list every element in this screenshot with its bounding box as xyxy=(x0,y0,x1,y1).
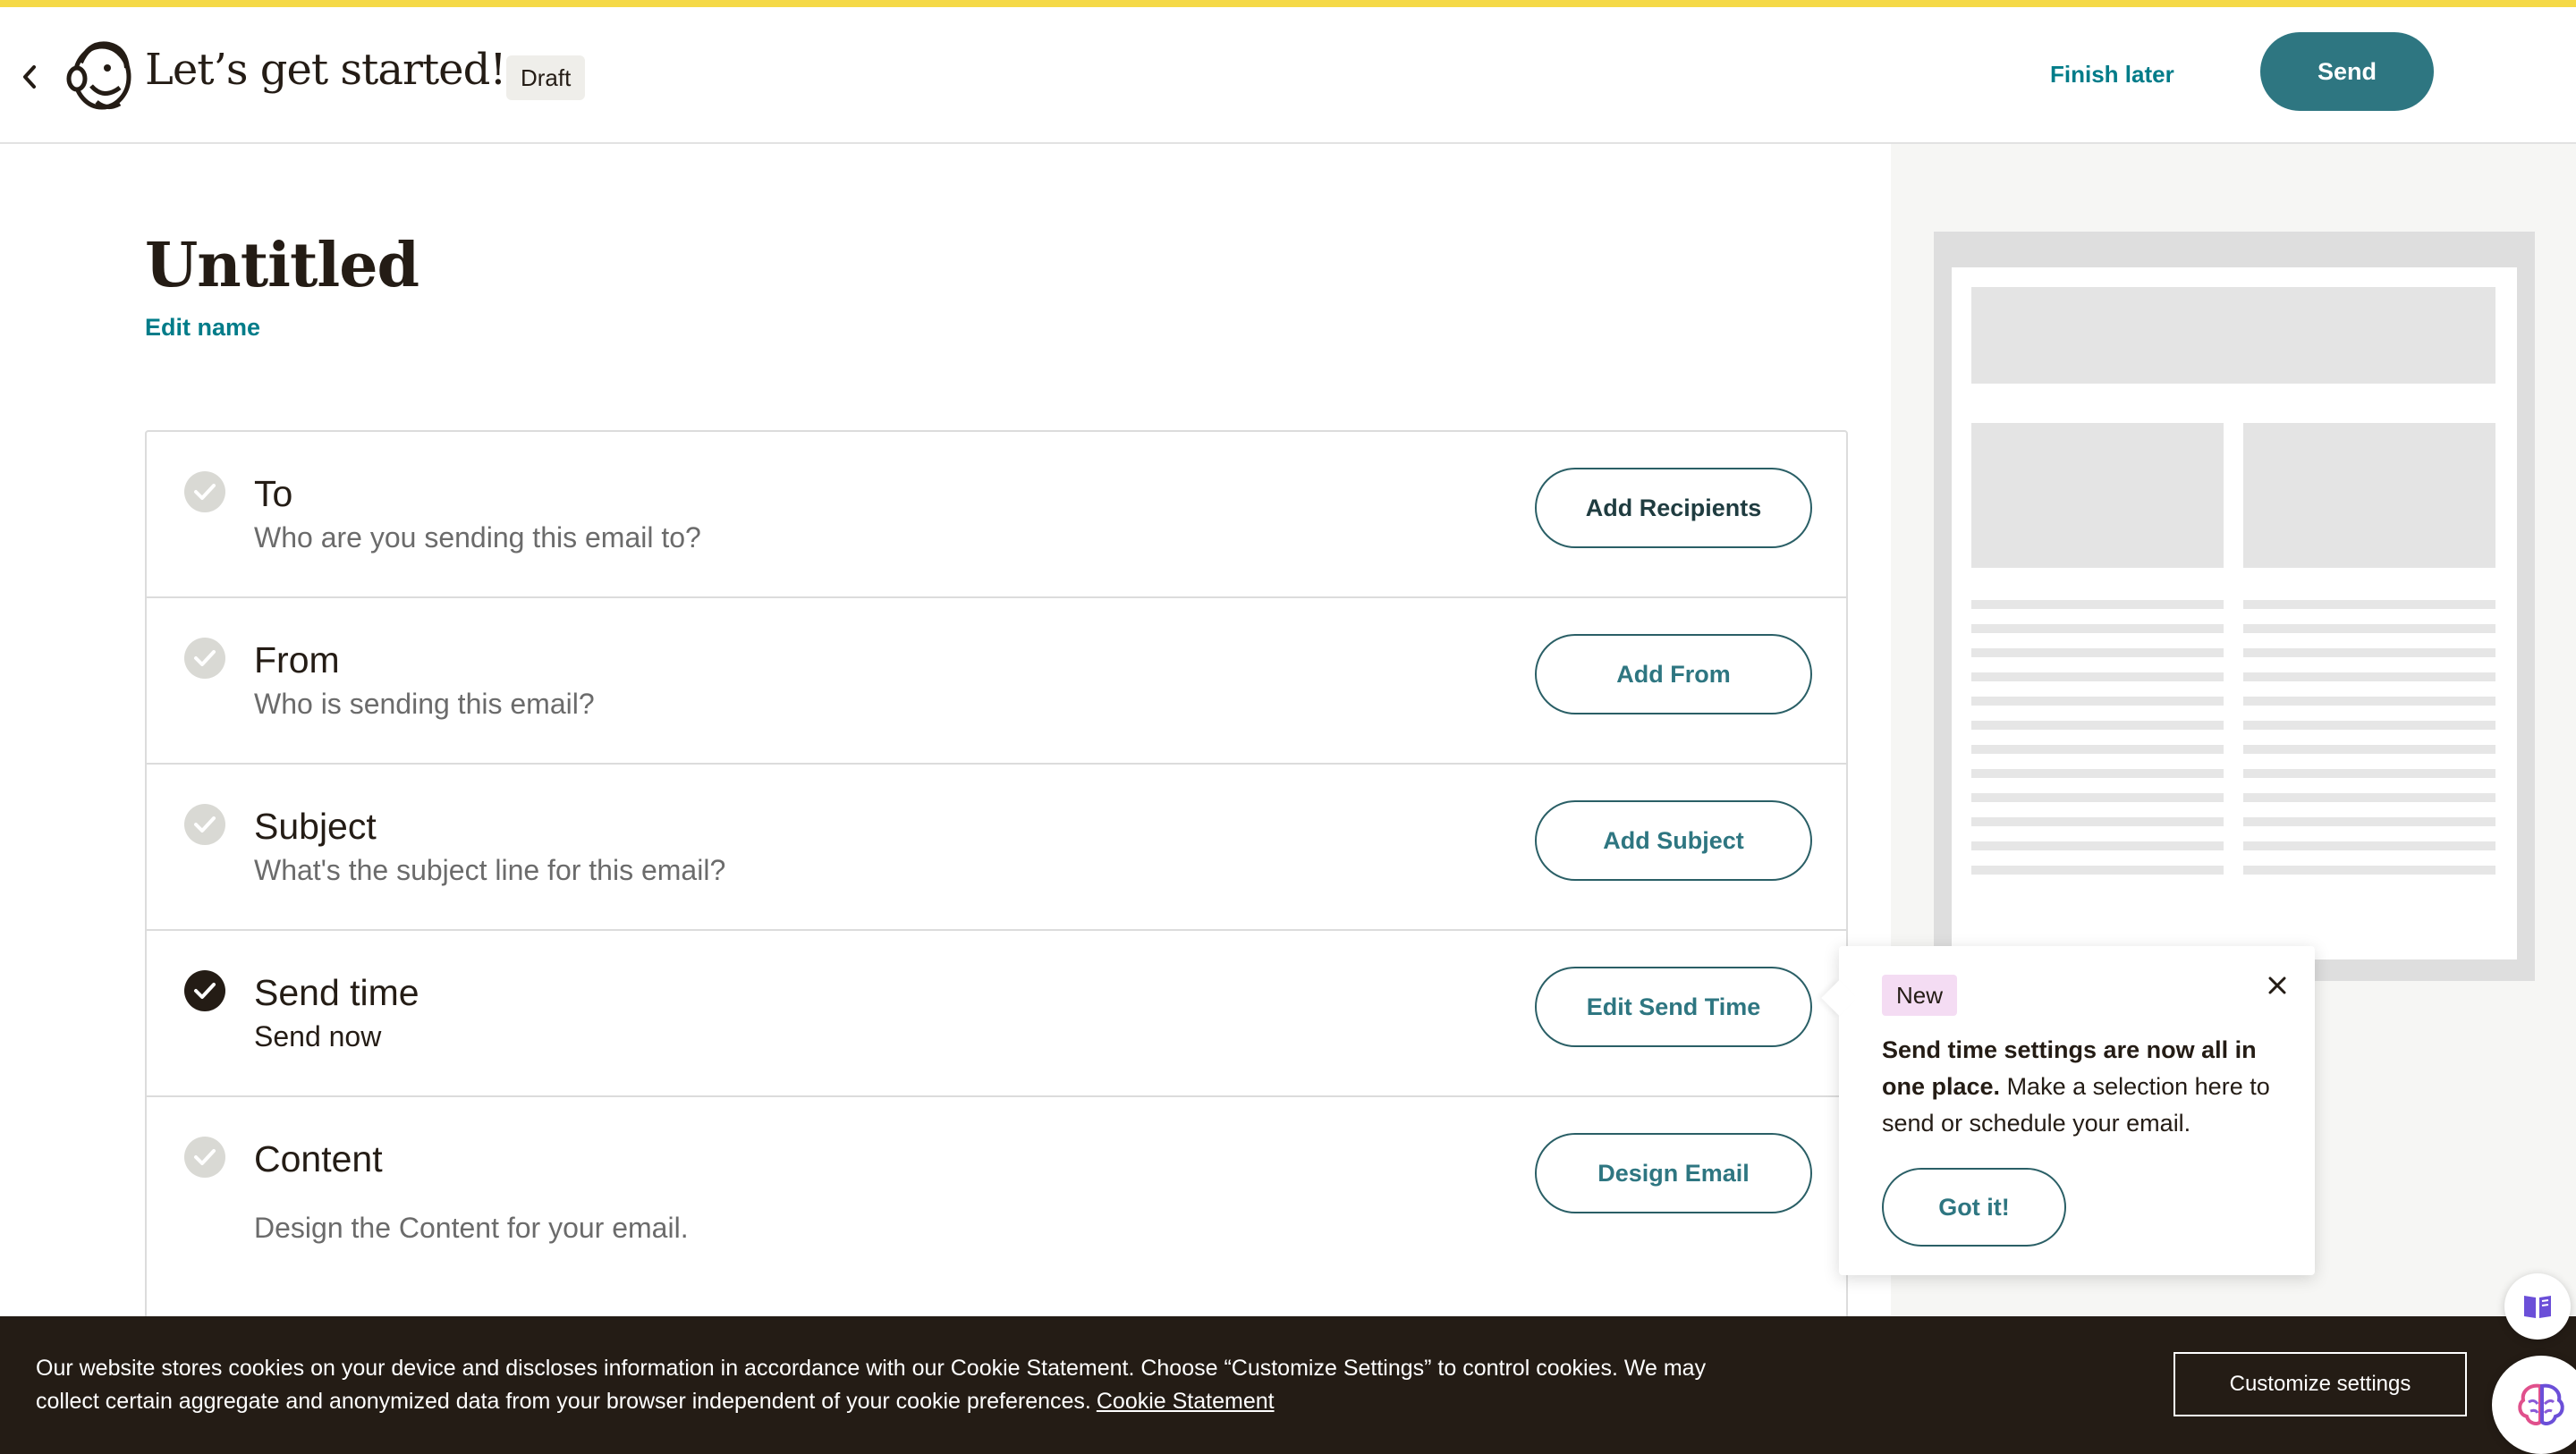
preview-text-line xyxy=(1971,817,2224,826)
check-icon xyxy=(184,1137,225,1178)
preview-image-block-right xyxy=(2243,423,2496,568)
finish-later-link[interactable]: Finish later xyxy=(2050,61,2174,89)
brain-icon xyxy=(2518,1383,2564,1425)
preview-text-line xyxy=(1971,624,2224,633)
preview-text-line xyxy=(1971,866,2224,875)
preview-text-line xyxy=(1971,672,2224,681)
preview-text-line xyxy=(2243,841,2496,850)
row-title: Subject xyxy=(254,806,377,847)
preview-text-line xyxy=(2243,697,2496,706)
preview-text-line xyxy=(2243,721,2496,730)
row-subtitle: Who are you sending this email to? xyxy=(254,521,701,554)
campaign-title: Untitled xyxy=(145,230,419,301)
mailchimp-logo-icon xyxy=(66,41,131,110)
edit-name-link[interactable]: Edit name xyxy=(145,314,260,342)
row-title: To xyxy=(254,473,293,514)
new-badge: New xyxy=(1882,975,1958,1016)
close-icon xyxy=(2268,976,2286,994)
preview-text-line xyxy=(1971,745,2224,754)
preview-text-line xyxy=(1971,793,2224,802)
preview-text-line xyxy=(2243,793,2496,802)
cookie-banner: Our website stores cookies on your devic… xyxy=(0,1316,2576,1454)
cookie-text: Our website stores cookies on your devic… xyxy=(36,1352,1735,1418)
preview-text-line xyxy=(1971,841,2224,850)
preview-text-line xyxy=(1971,697,2224,706)
add-recipients-button[interactable]: Add Recipients xyxy=(1535,468,1812,548)
check-icon xyxy=(184,471,225,512)
checklist-row-from: From Who is sending this email? Add From xyxy=(147,598,1846,765)
status-badge: Draft xyxy=(506,55,586,100)
preview-text-line xyxy=(2243,648,2496,657)
help-book-button[interactable] xyxy=(2504,1273,2571,1340)
email-preview-page xyxy=(1952,267,2517,959)
got-it-button[interactable]: Got it! xyxy=(1882,1168,2066,1247)
preview-text-line xyxy=(1971,648,2224,657)
row-title: Content xyxy=(254,1138,383,1179)
popover-text: Send time settings are now all in one pl… xyxy=(1882,1032,2284,1142)
row-subtitle: Send now xyxy=(254,1020,382,1052)
checklist-row-subject: Subject What's the subject line for this… xyxy=(147,765,1846,931)
cookie-message: Our website stores cookies on your devic… xyxy=(36,1356,1707,1414)
preview-text-line xyxy=(1971,600,2224,609)
row-title: Send time xyxy=(254,972,419,1013)
check-icon xyxy=(184,804,225,845)
row-subtitle: What's the subject line for this email? xyxy=(254,854,726,886)
preview-text-line xyxy=(2243,624,2496,633)
book-icon xyxy=(2524,1296,2551,1318)
preview-text-line xyxy=(2243,817,2496,826)
preview-header-block xyxy=(1971,287,2496,384)
design-email-button[interactable]: Design Email xyxy=(1535,1133,1812,1213)
preview-text-line xyxy=(1971,721,2224,730)
row-subtitle: Design the Content for your email. xyxy=(254,1212,689,1244)
add-subject-button[interactable]: Add Subject xyxy=(1535,800,1812,881)
top-accent-stripe xyxy=(0,0,2576,7)
row-title: From xyxy=(254,639,340,681)
checklist-row-content: Content Design the Content for your emai… xyxy=(147,1097,1846,1292)
send-button[interactable]: Send xyxy=(2260,32,2434,111)
preview-text-line xyxy=(1971,769,2224,778)
header: Let’s get started! Draft Finish later Se… xyxy=(0,7,2576,144)
campaign-checklist: To Who are you sending this email to? Ad… xyxy=(145,430,1848,1435)
customize-settings-button[interactable]: Customize settings xyxy=(2174,1352,2467,1416)
add-from-button[interactable]: Add From xyxy=(1535,634,1812,714)
preview-text-line xyxy=(2243,769,2496,778)
back-button[interactable] xyxy=(16,57,43,97)
preview-text-line xyxy=(2243,745,2496,754)
preview-text-line xyxy=(2243,866,2496,875)
email-preview-thumbnail xyxy=(1934,232,2535,981)
check-icon xyxy=(184,970,225,1011)
app-title: Let’s get started! xyxy=(145,45,507,95)
cookie-statement-link[interactable]: Cookie Statement xyxy=(1097,1389,1275,1414)
preview-text-line xyxy=(2243,672,2496,681)
check-icon xyxy=(184,638,225,679)
preview-text-line xyxy=(2243,600,2496,609)
chevron-left-icon xyxy=(23,65,36,89)
row-subtitle: Who is sending this email? xyxy=(254,688,595,720)
checklist-row-send-time: Send time Send now Edit Send Time xyxy=(147,931,1846,1097)
popover-close-button[interactable] xyxy=(2259,968,2295,1003)
edit-send-time-button[interactable]: Edit Send Time xyxy=(1535,967,1812,1047)
checklist-row-to: To Who are you sending this email to? Ad… xyxy=(147,432,1846,598)
preview-image-block-left xyxy=(1971,423,2224,568)
send-time-popover: New Send time settings are now all in on… xyxy=(1821,946,2315,1275)
